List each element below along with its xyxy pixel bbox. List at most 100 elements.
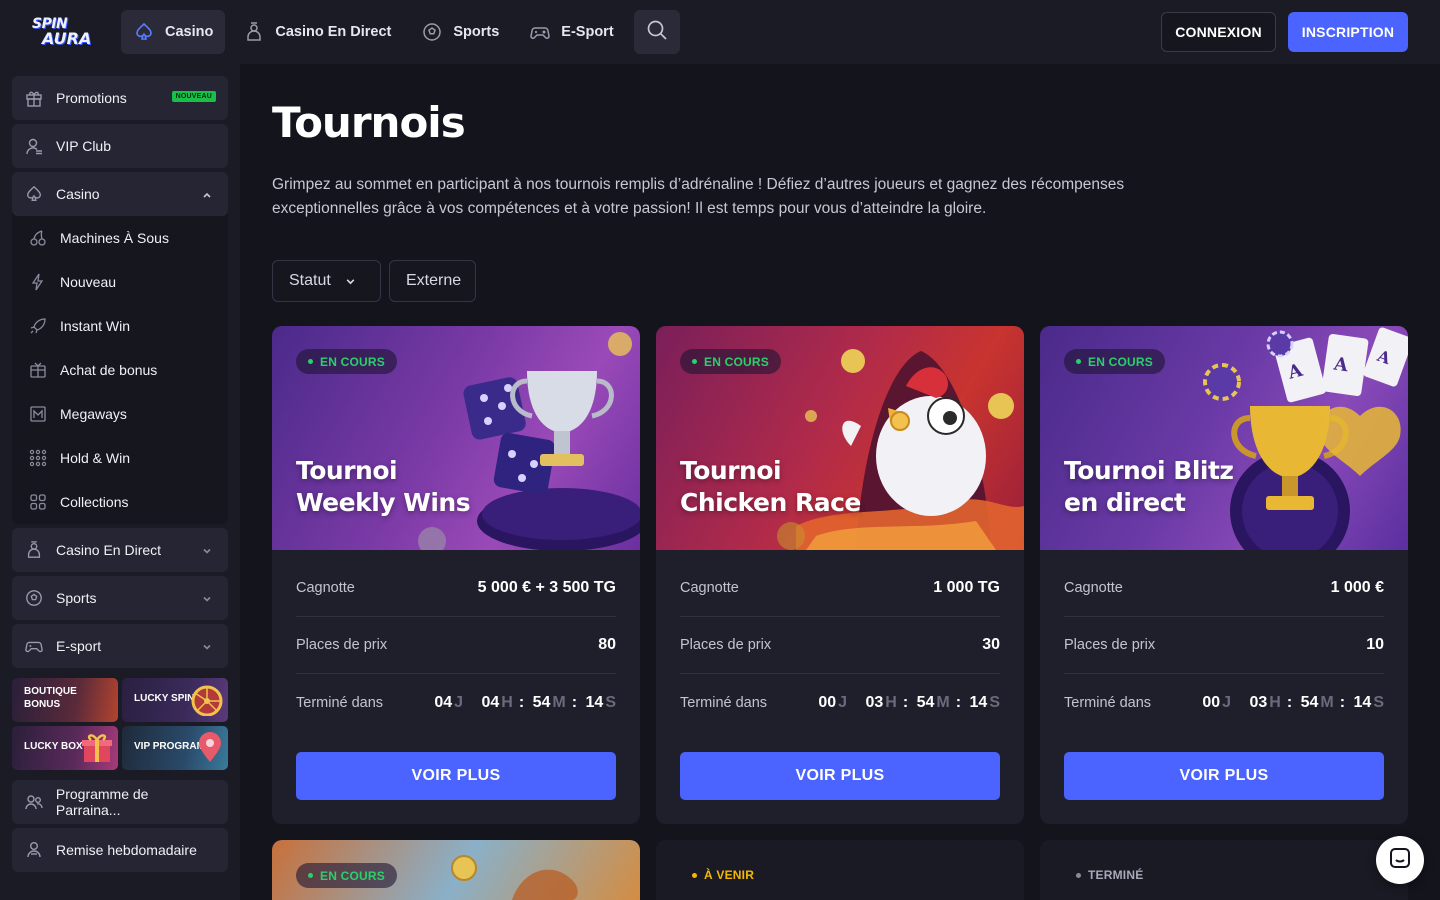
sidebar-subitem-label: Achat de bonus bbox=[60, 362, 158, 378]
unit-minutes: M bbox=[936, 693, 950, 711]
tournament-title-line-2: Weekly Wins bbox=[296, 488, 471, 517]
sidebar-item-vip[interactable]: VIP Club bbox=[12, 124, 228, 168]
view-more-button[interactable]: VOIR PLUS bbox=[296, 752, 616, 800]
nav-sports-label: Sports bbox=[453, 24, 500, 40]
sidebar-item-promotions[interactable]: Promotions NOUVEAU bbox=[12, 76, 228, 120]
gift-box-icon bbox=[80, 732, 114, 768]
tournament-title-line-1: Tournoi bbox=[296, 456, 398, 485]
countdown-hours: 03 bbox=[865, 693, 884, 711]
search-button[interactable] bbox=[633, 10, 680, 54]
tournament-card-partial[interactable]: EN COURS bbox=[272, 840, 640, 900]
dealer-icon bbox=[24, 540, 44, 560]
sidebar-subitem-new[interactable]: Nouveau bbox=[12, 260, 228, 304]
sidebar-subitem-hold-win[interactable]: Hold & Win bbox=[12, 436, 228, 480]
support-chat-button[interactable] bbox=[1376, 836, 1424, 884]
ends-in-label: Terminé dans bbox=[296, 694, 384, 711]
sidebar-item-esport[interactable]: E-sport bbox=[12, 624, 228, 668]
sidebar-subitem-instant-win[interactable]: Instant Win bbox=[12, 304, 228, 348]
soccer-ball-icon bbox=[24, 588, 44, 608]
tournament-title-line-2: en direct bbox=[1064, 488, 1186, 517]
cherries-icon bbox=[28, 228, 48, 248]
upcoming-status: À VENIR bbox=[692, 868, 754, 882]
status-label: EN COURS bbox=[320, 354, 385, 369]
view-more-button[interactable]: VOIR PLUS bbox=[1064, 752, 1384, 800]
sidebar-subitem-collections[interactable]: Collections bbox=[12, 480, 228, 524]
view-more-button[interactable]: VOIR PLUS bbox=[680, 752, 1000, 800]
map-pin-icon bbox=[196, 732, 224, 768]
nav-casino-live[interactable]: Casino En Direct bbox=[231, 10, 403, 54]
nav-casino-label: Casino bbox=[165, 24, 214, 40]
sidebar-subitem-label: Nouveau bbox=[60, 274, 117, 290]
tournament-hero[interactable]: EN COURS Tournoi Chicken Race bbox=[656, 326, 1024, 550]
countdown-row: Terminé dans 04 J 04 H: 54 M: 14 S bbox=[296, 674, 616, 731]
tournament-title-line-1: Tournoi bbox=[680, 456, 782, 485]
countdown-seconds: 14 bbox=[1353, 693, 1372, 711]
prize-places-value: 30 bbox=[982, 636, 1000, 653]
login-button[interactable]: CONNEXION bbox=[1161, 12, 1276, 52]
sidebar-subitem-megaways[interactable]: Megaways bbox=[12, 392, 228, 436]
promo-tile-vip-program[interactable]: VIP PROGRAM bbox=[122, 726, 228, 770]
unit-seconds: S bbox=[1373, 693, 1384, 711]
countdown-timer: 00 J 03 H: 54 M: 14 S bbox=[818, 693, 1000, 711]
gamepad-icon bbox=[24, 636, 44, 656]
countdown-hours: 03 bbox=[1249, 693, 1268, 711]
sidebar-subitem-label: Instant Win bbox=[60, 318, 131, 334]
megaways-icon bbox=[28, 404, 48, 424]
promo-tile-lucky-box[interactable]: LUCKY BOX bbox=[12, 726, 118, 770]
chevron-down-icon bbox=[345, 276, 356, 287]
sidebar-subitem-label: Megaways bbox=[60, 406, 127, 422]
chat-icon bbox=[1388, 846, 1412, 875]
countdown-days: 04 bbox=[434, 693, 453, 711]
tournament-hero[interactable]: EN COURS Tournoi Weekly Wins bbox=[272, 326, 640, 550]
sidebar-subitem-bonus-buy[interactable]: Achat de bonus bbox=[12, 348, 228, 392]
soccer-ball-icon bbox=[421, 21, 443, 43]
status-filter-dropdown[interactable]: Statut bbox=[272, 260, 381, 302]
nav-esport[interactable]: E-Sport bbox=[517, 10, 625, 54]
prize-pool-row: Cagnotte 5 000 € + 3 500 TG bbox=[296, 560, 616, 617]
prize-places-value: 80 bbox=[598, 636, 616, 653]
prize-places-value: 10 bbox=[1366, 636, 1384, 653]
external-filter-button[interactable]: Externe bbox=[389, 260, 476, 302]
countdown-days: 00 bbox=[1202, 693, 1221, 711]
promo-tile-lucky-spin[interactable]: LUCKY SPIN bbox=[122, 678, 228, 722]
lightning-icon bbox=[28, 272, 48, 292]
nav-casino[interactable]: Casino bbox=[121, 10, 226, 54]
promo-tile-bonus-shop[interactable]: BOUTIQUE BONUS bbox=[12, 678, 118, 722]
prize-places-row: Places de prix 30 bbox=[680, 617, 1000, 674]
tournament-title: Tournoi Chicken Race bbox=[680, 455, 900, 519]
sidebar-item-casino[interactable]: Casino bbox=[12, 172, 228, 216]
unit-seconds: S bbox=[605, 693, 616, 711]
sidebar-item-weekly-cashback[interactable]: Remise hebdomadaire bbox=[12, 828, 228, 872]
sidebar-item-casino-live[interactable]: Casino En Direct bbox=[12, 528, 228, 572]
status-label: EN COURS bbox=[320, 868, 385, 883]
finished-label: TERMINÉ bbox=[1088, 868, 1144, 882]
chevron-down-icon bbox=[202, 639, 212, 655]
countdown-minutes: 54 bbox=[916, 693, 935, 711]
live-dot bbox=[308, 359, 313, 364]
finished-status: TERMINÉ bbox=[1076, 868, 1143, 882]
sidebar-item-label: Casino En Direct bbox=[56, 542, 162, 558]
tournament-title: Tournoi Blitz en direct bbox=[1064, 455, 1284, 519]
prize-pool-label: Cagnotte bbox=[680, 580, 739, 596]
sidebar-subitem-label: Collections bbox=[60, 494, 129, 510]
tournament-hero[interactable]: A A A EN COURS Tournoi Blitz en direct bbox=[1040, 326, 1408, 550]
sidebar-subitem-label: Machines À Sous bbox=[60, 230, 169, 246]
sidebar-item-referral[interactable]: Programme de Parraina... bbox=[12, 780, 228, 824]
status-badge: EN COURS bbox=[296, 863, 397, 888]
prize-pool-value: 1 000 TG bbox=[933, 579, 1000, 596]
tournament-card: A A A EN COURS Tournoi Blitz en direct C… bbox=[1040, 326, 1408, 824]
user-coin-icon bbox=[24, 840, 44, 860]
page-title: Tournois bbox=[272, 98, 466, 147]
sidebar-subitem-slots[interactable]: Machines À Sous bbox=[12, 216, 228, 260]
spin-aura-logo[interactable]: SPIN AURA bbox=[32, 15, 100, 49]
unit-minutes: M bbox=[1320, 693, 1334, 711]
signup-button[interactable]: INSCRIPTION bbox=[1288, 12, 1408, 52]
sidebar-item-label: Programme de Parraina... bbox=[55, 786, 149, 818]
prize-pool-label: Cagnotte bbox=[1064, 580, 1123, 596]
nav-sports[interactable]: Sports bbox=[409, 10, 511, 54]
sidebar-item-label: Casino bbox=[56, 186, 100, 202]
sidebar-item-sports[interactable]: Sports bbox=[12, 576, 228, 620]
nav-esport-label: E-Sport bbox=[561, 24, 614, 40]
prize-pool-label: Cagnotte bbox=[296, 580, 355, 596]
unit-minutes: M bbox=[552, 693, 566, 711]
